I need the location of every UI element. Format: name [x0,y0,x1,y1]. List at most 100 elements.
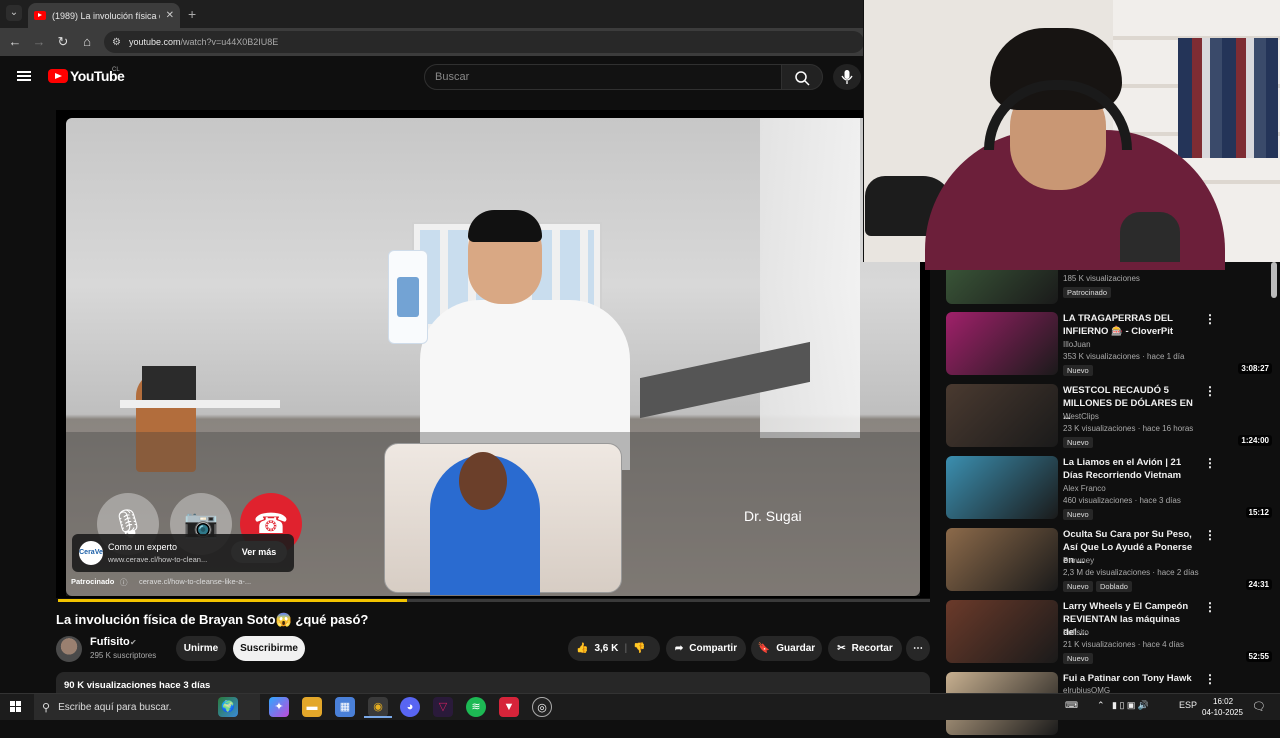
facecam-microphone [1120,212,1180,262]
recommendation-item[interactable]: 1:24:00 WESTCOL RECAUDÓ 5 MILLONES DE DÓL… [946,384,1276,450]
more-actions-button[interactable]: ⋯ [906,636,930,661]
recommendation-badge: Nuevo [1063,653,1093,664]
recommendation-item[interactable]: 15:12 La Liamos en el Avión | 21 Días Rec… [946,456,1276,522]
clock-time[interactable]: 16:02 [1213,697,1233,706]
omnibox[interactable]: ⚙ youtube.com/watch?v=u44X0B2IU8E [104,31,864,53]
recommendation-badge: Nuevo [1063,365,1093,376]
duration-badge: 3:08:27 [1238,363,1272,374]
menu-icon[interactable] [17,71,31,81]
recommendation-meta: 353 K visualizaciones · hace 1 día [1063,352,1185,361]
clip-button[interactable]: ✂ Recortar [828,636,902,661]
obs-icon[interactable]: ◎ [532,697,552,717]
new-tab-button[interactable]: + [188,6,196,22]
home-icon[interactable]: ⌂ [79,34,95,49]
recommendation-channel[interactable]: WestClips [1063,412,1099,421]
recommendation-item[interactable]: 3:08:27 LA TRAGAPERRAS DEL INFIERNO 🎰 - C… [946,312,1276,378]
recommendation-meta: 21 K visualizaciones · hace 4 días [1063,640,1184,649]
search-icon [795,71,810,86]
verified-icon: ✔ [130,638,137,647]
recommendation-title[interactable]: LA TRAGAPERRAS DEL INFIERNO 🎰 - CloverPi… [1063,312,1193,338]
recommendation-badge: Nuevo [1063,437,1093,448]
forward-arrow-icon[interactable]: → [31,34,47,49]
clock-date[interactable]: 04-10-2025 [1202,708,1243,717]
share-button[interactable]: ➦ Compartir [666,636,746,661]
bookmark-icon: 🔖 [757,643,771,654]
more-vertical-icon[interactable]: ⋮ [1204,672,1216,686]
recommendation-item[interactable]: 52:55 Larry Wheels y El Campeón REVIENTAN… [946,600,1276,666]
notifications-icon[interactable]: 🗨 [1252,700,1266,713]
tab-search-button[interactable]: ⌄ [6,5,22,21]
more-vertical-icon[interactable]: ⋮ [1204,312,1216,326]
more-vertical-icon[interactable]: ⋮ [1204,384,1216,398]
info-icon[interactable]: ⓘ [120,577,128,588]
join-label: Unirme [183,643,219,654]
ad-advertiser-logo[interactable]: CeraVe [79,541,103,565]
scrollbar[interactable] [1271,262,1277,298]
file-explorer-icon[interactable]: ▬ [302,697,322,717]
chrome-icon[interactable]: ◉ [368,697,388,717]
recommendation-channel[interactable]: Fufisito [1063,628,1089,637]
language-indicator[interactable]: ESP [1179,700,1197,710]
recommendation-badge: Nuevo [1063,509,1093,520]
more-vertical-icon[interactable]: ⋮ [1204,528,1216,542]
ad-title[interactable]: Como un experto [108,542,177,552]
sponsored-url[interactable]: cerave.cl/how-to-cleanse-like-a-... [139,577,251,586]
discord-icon[interactable]: ◕ [400,697,420,717]
search-input[interactable] [435,71,781,83]
back-arrow-icon[interactable]: ← [7,34,23,49]
store-icon[interactable]: ▦ [335,697,355,717]
tray-app-icons[interactable]: ▮ ▯ ▣ 🔊 [1112,700,1149,711]
recommendation-meta: 2,3 M de visualizaciones · hace 2 días [1063,568,1199,577]
video-scene-doctor-hair [468,210,542,242]
reload-icon[interactable]: ↻ [55,34,71,50]
search-highlight-icon[interactable]: 🌍 [218,697,238,717]
ad-url[interactable]: www.cerave.cl/how-to-clean... [108,555,207,564]
channel-avatar[interactable] [56,636,82,662]
copilot-icon[interactable]: ✦ [269,697,289,717]
share-icon: ➦ [674,643,684,654]
site-info-icon[interactable]: ⚙ [112,37,121,48]
spotify-icon[interactable]: ≋ [466,697,486,717]
ad-cta-button[interactable]: Ver más [231,541,287,563]
recommendation-channel[interactable]: Browney [1063,556,1094,565]
recommendation-meta: 460 visualizaciones · hace 3 días [1063,496,1181,505]
video-scene-woman-head [459,452,507,510]
video-scene-product-bottle [388,250,428,344]
subscribe-button[interactable]: Suscribirme [233,636,305,661]
video-thumbnail[interactable] [946,528,1058,591]
video-thumbnail[interactable] [946,384,1058,447]
video-thumbnail[interactable] [946,456,1058,519]
more-vertical-icon[interactable]: ⋮ [1204,600,1216,614]
facecam-clothes [1178,38,1278,158]
taskbar-search-input[interactable] [58,701,229,713]
recommendation-title[interactable]: La Liamos en el Avión | 21 Días Recorrie… [1063,456,1193,482]
tab-close-icon[interactable]: ✕ [166,10,174,21]
video-scene-desk [120,400,280,408]
save-button[interactable]: 🔖 Guardar [751,636,822,661]
browser-tab[interactable]: (1989) La involución física de Br ✕ [28,3,180,28]
join-button[interactable]: Unirme [176,636,226,661]
search-box[interactable] [424,64,782,90]
app-icon-red[interactable]: ▼ [499,697,519,717]
recommendation-title[interactable]: Fui a Patinar con Tony Hawk [1063,672,1193,685]
search-button[interactable] [781,64,823,90]
channel-name[interactable]: Fufisito [90,636,130,648]
recommendation-item[interactable]: 24:31 Oculta Su Cara por Su Peso, Así Que… [946,528,1276,594]
dislike-icon[interactable]: 👎 [633,643,645,654]
recommendation-channel[interactable]: Alex Franco [1063,484,1106,493]
progress-bar[interactable] [58,599,930,602]
like-icon[interactable]: 👍 [576,643,588,654]
recommendation-channel[interactable]: IlloJuan [1063,340,1091,349]
recommendation-badge: Patrocinado [1063,287,1112,298]
clip-label: Recortar [851,643,893,654]
more-vertical-icon[interactable]: ⋮ [1204,456,1216,470]
tray-chevron-icon[interactable]: ⌃ [1097,700,1105,711]
keyboard-icon[interactable]: ⌨ [1065,700,1078,711]
video-thumbnail[interactable] [946,312,1058,375]
like-count[interactable]: 3,6 K [594,643,618,654]
voice-search-button[interactable] [833,64,861,90]
windows-start-icon[interactable] [10,701,21,712]
app-icon[interactable]: ▽ [433,697,453,717]
youtube-logo-icon[interactable] [48,69,68,83]
video-thumbnail[interactable] [946,600,1058,663]
